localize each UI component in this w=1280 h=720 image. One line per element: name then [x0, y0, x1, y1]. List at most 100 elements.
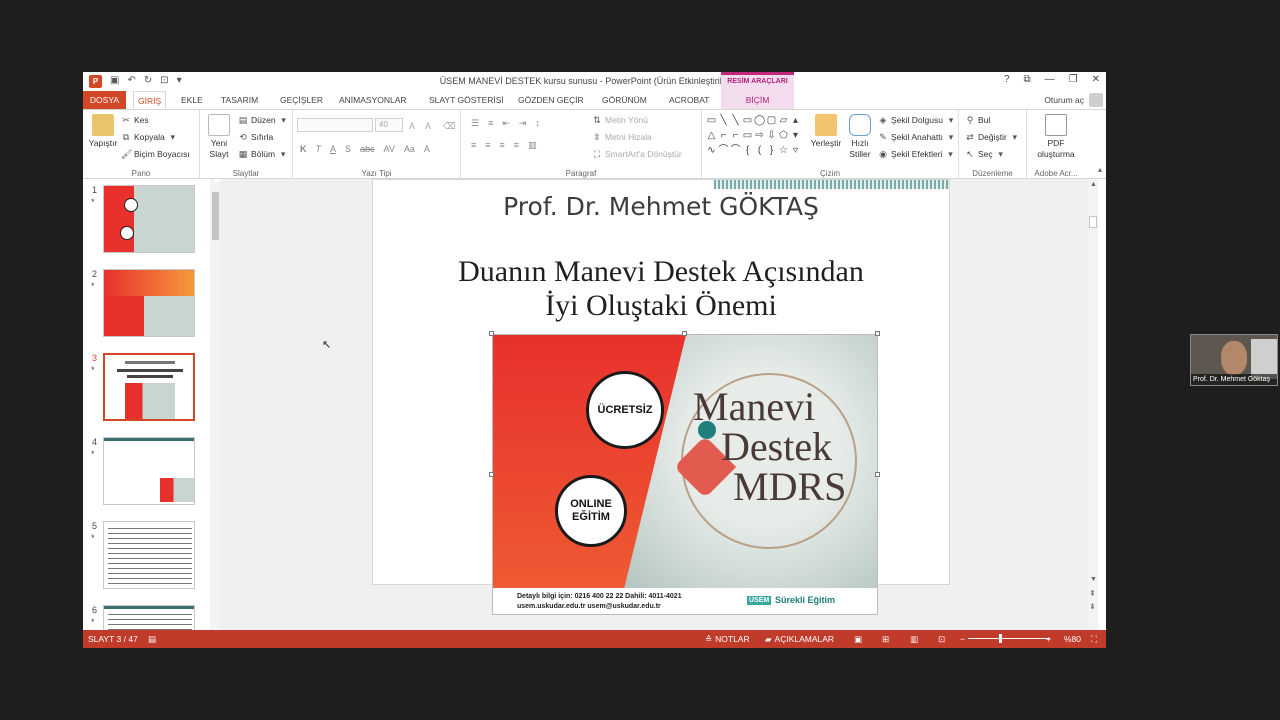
slide-author[interactable]: Prof. Dr. Mehmet GÖKTAŞ: [373, 192, 949, 221]
font-color-icon[interactable]: A: [424, 144, 430, 154]
tab-slideshow[interactable]: SLAYT GÖSTERİSİ: [425, 91, 508, 109]
strikethrough-icon[interactable]: abc: [360, 144, 375, 154]
textbox-shape-icon[interactable]: ▭: [706, 114, 717, 128]
restore-icon[interactable]: ❐: [1069, 74, 1078, 85]
resize-handle[interactable]: [489, 331, 494, 336]
ribbon-display-icon[interactable]: ⧉: [1024, 74, 1031, 85]
increase-indent-icon[interactable]: ⇥: [519, 118, 527, 129]
decrease-indent-icon[interactable]: ⇤: [502, 118, 510, 129]
resize-handle[interactable]: [875, 472, 880, 477]
scrollbar-thumb[interactable]: [1089, 216, 1097, 228]
resize-handle[interactable]: [682, 331, 687, 336]
curve-shape-icon[interactable]: ⌒: [730, 144, 741, 158]
shape-icon[interactable]: ▱: [778, 114, 789, 128]
vertical-scrollbar[interactable]: ▲ ▼ ⇞ ⇟: [1088, 179, 1098, 630]
avatar[interactable]: [1089, 93, 1103, 107]
bracket-shape-icon[interactable]: (: [754, 144, 765, 158]
tab-review[interactable]: GÖZDEN GEÇİR: [514, 91, 588, 109]
reading-view-icon[interactable]: ▥: [910, 630, 918, 648]
slide-thumbnail-5[interactable]: [103, 521, 195, 589]
shape-outline-button[interactable]: ✎ Şekil Anahattı ▾: [878, 132, 956, 142]
char-spacing-icon[interactable]: AV: [384, 144, 395, 154]
cut-button[interactable]: ✂ Kes: [121, 115, 148, 125]
zoom-out-icon[interactable]: −: [960, 630, 965, 648]
curve-shape-icon[interactable]: ∿: [706, 144, 717, 158]
align-left-icon[interactable]: ≡: [471, 140, 476, 151]
shadow-icon[interactable]: S: [345, 144, 351, 154]
layout-button[interactable]: ▤ Düzen ▾: [238, 115, 289, 125]
arrow-shape-icon[interactable]: ⇨: [754, 129, 765, 143]
rounded-rect-shape-icon[interactable]: ▢: [766, 114, 777, 128]
new-slide-button[interactable]: Yeni Slayt: [204, 114, 234, 160]
quick-styles-button[interactable]: Hızlı Stiller: [846, 114, 874, 160]
text-direction-button[interactable]: ⇅ Metin Yönü: [592, 115, 648, 125]
paste-button[interactable]: Yapıştır: [86, 114, 120, 149]
close-icon[interactable]: ✕: [1092, 74, 1100, 85]
rectangle-shape-icon[interactable]: ▭: [742, 114, 753, 128]
create-pdf-button[interactable]: PDF oluşturma: [1033, 114, 1079, 160]
brace-shape-icon[interactable]: }: [766, 144, 777, 158]
scroll-down-icon[interactable]: ▾: [790, 129, 801, 143]
scrollbar-thumb[interactable]: [212, 192, 219, 240]
font-name-box[interactable]: [297, 118, 373, 132]
thumbnails-scrollbar[interactable]: [210, 182, 220, 629]
more-shapes-icon[interactable]: ▿: [790, 144, 801, 158]
zoom-level[interactable]: %80: [1064, 630, 1081, 648]
copy-button[interactable]: ⧉ Kopyala ▾: [121, 132, 178, 142]
connector-shape-icon[interactable]: ⌐: [730, 129, 741, 143]
slide-thumbnail-1[interactable]: [103, 185, 195, 253]
star-shape-icon[interactable]: ☆: [778, 144, 789, 158]
connector-shape-icon[interactable]: ⌐: [718, 129, 729, 143]
font-size-box[interactable]: 40: [375, 118, 403, 132]
increase-font-icon[interactable]: A: [407, 121, 417, 131]
format-painter-button[interactable]: 🖌 Biçim Boyacısı: [121, 149, 190, 159]
previous-slide-icon[interactable]: ⇞: [1089, 589, 1096, 598]
line-shape-icon[interactable]: ╲: [730, 114, 741, 128]
arrange-button[interactable]: Yerleştir: [808, 114, 844, 149]
find-button[interactable]: ⚲ Bul: [965, 115, 991, 125]
shape-fill-button[interactable]: ◈ Şekil Dolgusu ▾: [878, 115, 956, 125]
scroll-up-icon[interactable]: ▴: [790, 114, 801, 128]
tab-format[interactable]: BİÇİM: [721, 91, 794, 109]
select-button[interactable]: ↖ Seç ▾: [965, 149, 1006, 159]
minimize-icon[interactable]: —: [1045, 74, 1055, 85]
justify-icon[interactable]: ≡: [514, 140, 519, 151]
rectangle-shape-icon[interactable]: ▭: [742, 129, 753, 143]
shape-effects-button[interactable]: ◉ Şekil Efektleri ▾: [878, 149, 956, 159]
slide-thumbnail-4[interactable]: [103, 437, 195, 505]
tab-transitions[interactable]: GEÇİŞLER: [276, 91, 327, 109]
resize-handle[interactable]: [489, 472, 494, 477]
participant-video-tile[interactable]: Prof. Dr. Mehmet Göktaş: [1190, 334, 1278, 386]
next-slide-icon[interactable]: ⇟: [1089, 602, 1096, 611]
spellcheck-icon[interactable]: ▤: [148, 630, 156, 648]
tab-home[interactable]: GİRİŞ: [133, 91, 167, 109]
notes-button[interactable]: ≙ NOTLAR: [705, 630, 750, 648]
poster-image[interactable]: ÜCRETSİZ ONLINE EĞİTİM Manevi Destek MDR…: [492, 334, 878, 615]
line-spacing-icon[interactable]: ↕: [535, 118, 540, 129]
tab-animations[interactable]: ANİMASYONLAR: [335, 91, 411, 109]
columns-icon[interactable]: ▥: [528, 140, 537, 151]
smartart-button[interactable]: ⛶ SmartArt'a Dönüştür: [592, 149, 682, 159]
resize-handle[interactable]: [875, 331, 880, 336]
normal-view-icon[interactable]: ▣: [854, 630, 862, 648]
align-text-button[interactable]: ⇳ Metni Hizala: [592, 132, 652, 142]
current-slide[interactable]: Prof. Dr. Mehmet GÖKTAŞ Duanın Manevi De…: [372, 179, 950, 615]
decrease-font-icon[interactable]: A: [423, 121, 433, 131]
slide-sorter-icon[interactable]: ⊞: [882, 630, 889, 648]
zoom-in-icon[interactable]: +: [1046, 630, 1051, 648]
underline-icon[interactable]: A: [330, 144, 336, 154]
scroll-up-icon[interactable]: ▲: [1090, 181, 1097, 188]
slide-thumbnail-3[interactable]: [103, 353, 195, 421]
comments-button[interactable]: ▰ AÇIKLAMALAR: [765, 630, 834, 648]
bullets-icon[interactable]: ☰: [471, 118, 479, 129]
line-shape-icon[interactable]: ╲: [718, 114, 729, 128]
brace-shape-icon[interactable]: {: [742, 144, 753, 158]
tab-design[interactable]: TASARIM: [217, 91, 262, 109]
clear-format-icon[interactable]: ⌫: [443, 121, 456, 131]
tab-acrobat[interactable]: ACROBAT: [665, 91, 713, 109]
curve-shape-icon[interactable]: ⌒: [718, 144, 729, 158]
reset-button[interactable]: ⟲ Sıfırla: [238, 132, 273, 142]
change-case-icon[interactable]: Aa: [404, 144, 415, 154]
align-center-icon[interactable]: ≡: [485, 140, 490, 151]
bold-icon[interactable]: K: [300, 144, 307, 154]
